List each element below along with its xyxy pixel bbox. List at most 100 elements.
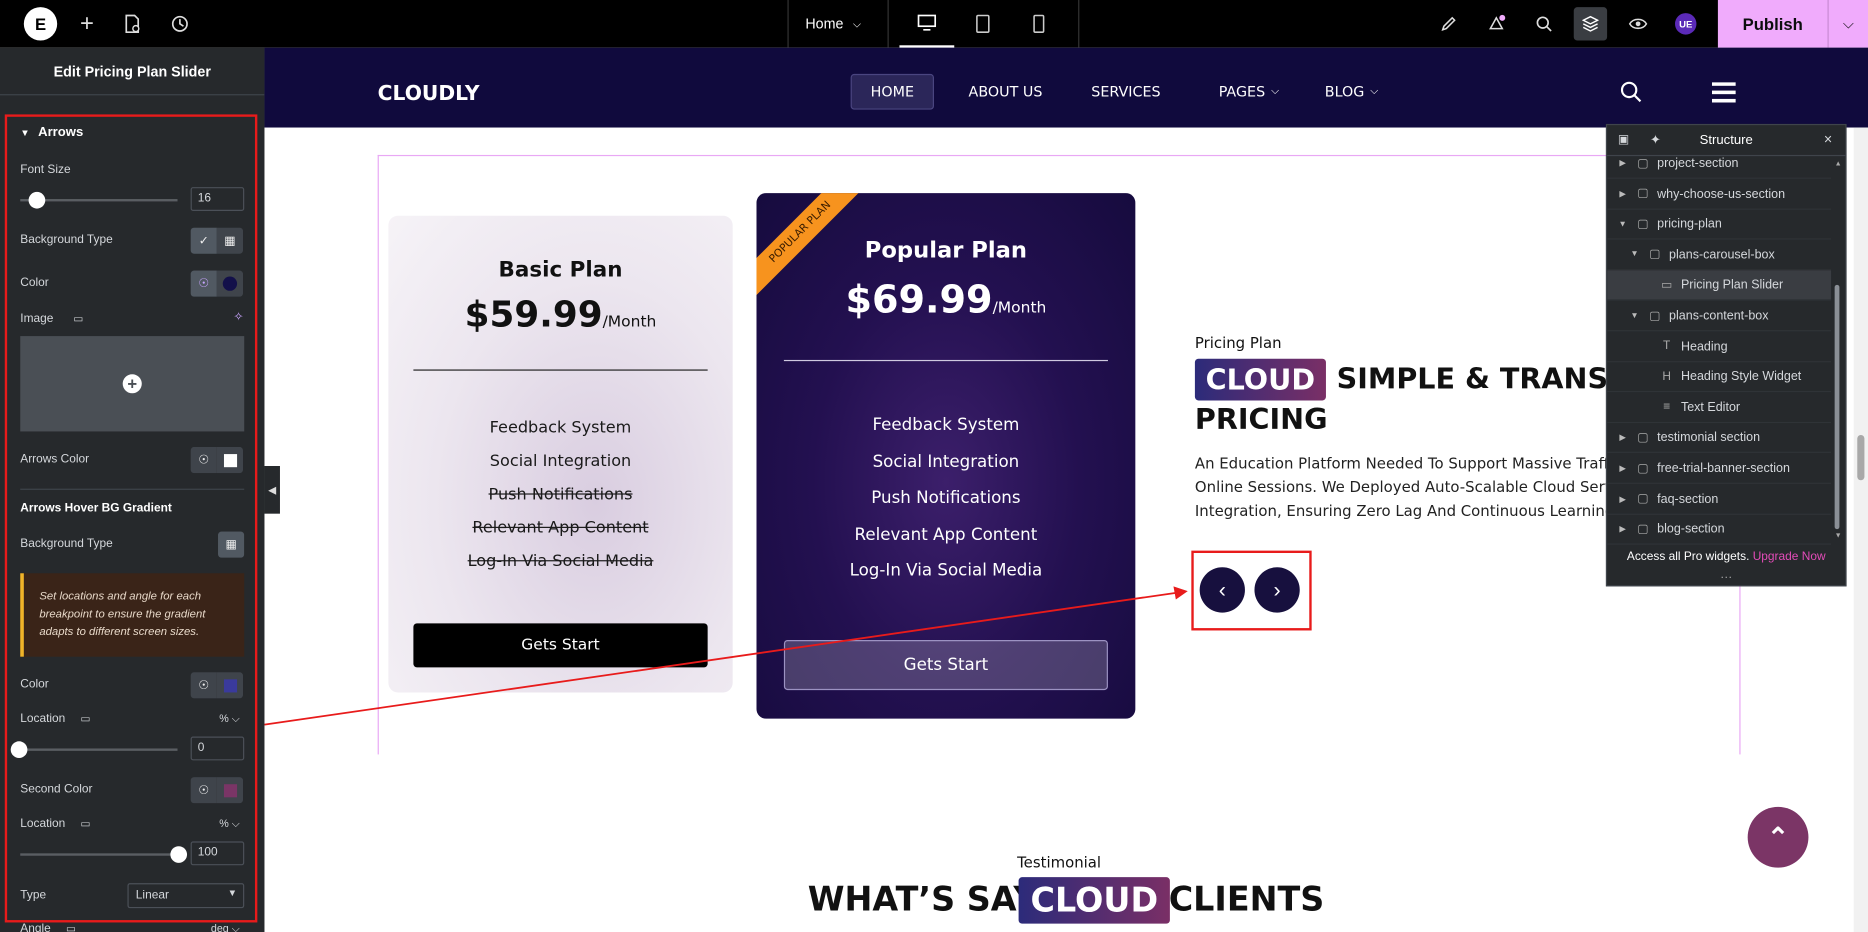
tablet-view-icon[interactable]: [965, 0, 1001, 48]
responsive-desktop-icon[interactable]: ▭: [66, 922, 76, 932]
globe-icon[interactable]: ☉: [190, 446, 217, 474]
preview-eye-icon[interactable]: [1625, 0, 1651, 48]
structure-row-testimonial-section[interactable]: ▶ ▢ testimonial section: [1607, 424, 1832, 454]
mobile-view-icon[interactable]: [1021, 0, 1057, 48]
caret-icon[interactable]: ▶: [1617, 433, 1629, 442]
structure-row-free-trial-banner-section[interactable]: ▶ ▢ free-trial-banner-section: [1607, 454, 1832, 484]
nav-about-us[interactable]: ABOUT US: [969, 74, 1043, 110]
font-size-slider-handle[interactable]: [28, 191, 46, 209]
launch-icon[interactable]: [1436, 0, 1462, 48]
user-avatar[interactable]: UE: [1675, 13, 1697, 35]
bg-type2-label: Background Type: [20, 537, 113, 551]
structure-row-pricing-plan-slider[interactable]: ▭ Pricing Plan Slider: [1607, 271, 1832, 301]
caret-icon[interactable]: ▶: [1617, 159, 1629, 168]
structure-row-heading-style-widget[interactable]: H Heading Style Widget: [1607, 363, 1832, 393]
responsive-desktop-icon[interactable]: ▭: [81, 713, 91, 725]
nav-services[interactable]: SERVICES: [1091, 74, 1160, 110]
globe-icon[interactable]: ☉: [190, 777, 217, 804]
responsive-desktop-icon[interactable]: ▭: [81, 818, 91, 830]
close-icon[interactable]: ×: [1824, 131, 1832, 148]
hamburger-menu-icon[interactable]: [1711, 82, 1736, 109]
image-upload-area[interactable]: +: [20, 336, 245, 432]
structure-row-label: Heading Style Widget: [1680, 369, 1802, 384]
structure-row-heading[interactable]: T Heading: [1607, 332, 1832, 362]
page-select[interactable]: Home ⌵: [805, 0, 888, 48]
gradient-type-select[interactable]: Linear ▼: [127, 883, 245, 909]
caret-icon[interactable]: ▶: [1617, 525, 1629, 534]
structure-row-plans-carousel-box[interactable]: ▼ ▢ plans-carousel-box: [1607, 241, 1832, 271]
publish-button[interactable]: Publish: [1717, 0, 1828, 48]
color-control[interactable]: ☉: [190, 270, 244, 297]
structure-row-plans-content-box[interactable]: ▼ ▢ plans-content-box: [1607, 302, 1832, 332]
page-settings-icon[interactable]: [119, 0, 145, 48]
second-color-control[interactable]: ☉: [190, 777, 244, 804]
gradient-icon[interactable]: ▦: [216, 227, 244, 254]
global-colors-icon[interactable]: ☉: [190, 270, 217, 297]
page-scrollbar-thumb[interactable]: [1857, 435, 1865, 481]
font-size-input[interactable]: 16: [190, 187, 245, 211]
location-slider-track[interactable]: [20, 748, 178, 751]
testimonial-title-right: CLIENTS: [1168, 879, 1325, 919]
collapse-panel-handle[interactable]: ◀: [264, 466, 280, 514]
site-search-icon[interactable]: [1620, 81, 1642, 108]
arrows-color-control[interactable]: ☉: [190, 446, 244, 474]
structure-layers-icon[interactable]: [1573, 7, 1608, 41]
resize-handle[interactable]: ···: [1607, 571, 1845, 584]
notifications-icon[interactable]: [1483, 0, 1509, 48]
caret-icon[interactable]: ▼: [1629, 312, 1641, 320]
structure-row-blog-section[interactable]: ▶ ▢ blog-section: [1607, 515, 1832, 545]
section-arrows-toggle[interactable]: ▼ Arrows: [20, 125, 83, 139]
nav-home[interactable]: HOME: [850, 73, 935, 110]
location2-unit-select[interactable]: % ⌵: [219, 818, 240, 831]
desktop-view-icon[interactable]: [899, 0, 955, 48]
chevron-down-icon: ⌵: [853, 17, 862, 30]
arrows-color-swatch[interactable]: [216, 446, 244, 474]
scroll-to-top-button[interactable]: ⌃: [1747, 806, 1809, 868]
publish-options-chevron-icon[interactable]: ⌵: [1827, 0, 1868, 48]
add-element-icon[interactable]: +: [74, 0, 100, 48]
container-icon: ▢: [1637, 522, 1649, 536]
gradient-icon[interactable]: ▦: [218, 531, 245, 558]
popular-plan-price: $69.99/Month: [756, 277, 1135, 322]
structure-row-pricing-plan[interactable]: ▼ ▢ pricing-plan: [1607, 210, 1832, 240]
location-input[interactable]: 0: [190, 736, 245, 761]
nav-pages[interactable]: PAGES ⌵: [1219, 74, 1280, 110]
structure-row-label: faq-section: [1657, 491, 1719, 507]
history-icon[interactable]: [167, 0, 193, 48]
angle-unit-select[interactable]: deg ⌵: [211, 922, 240, 932]
popular-feature-item: Social Integration: [872, 452, 1020, 472]
caret-icon[interactable]: ▶: [1617, 464, 1629, 473]
caret-icon[interactable]: ▼: [1629, 251, 1641, 259]
prev-arrow-button[interactable]: ‹: [1199, 567, 1245, 613]
gradient-color-control[interactable]: ☉: [190, 672, 244, 699]
responsive-desktop-icon[interactable]: ▭: [73, 312, 83, 324]
search-icon[interactable]: [1531, 0, 1557, 48]
structure-row-project-section[interactable]: ▶ ▢ project-section: [1607, 156, 1832, 179]
structure-row-why-choose-us-section[interactable]: ▶ ▢ why-choose-us-section: [1607, 179, 1832, 210]
caret-icon[interactable]: ▼: [1617, 220, 1629, 228]
gradient-type-button[interactable]: ▦: [218, 531, 245, 558]
caret-icon[interactable]: ▶: [1617, 494, 1629, 503]
caret-icon[interactable]: ▶: [1617, 189, 1629, 198]
structure-scrollbar[interactable]: ▲ ▼: [1833, 161, 1842, 542]
classic-brush-icon[interactable]: ✓: [190, 227, 217, 254]
globe-icon[interactable]: ☉: [190, 672, 217, 699]
page-scrollbar[interactable]: [1853, 127, 1868, 932]
structure-row-faq-section[interactable]: ▶ ▢ faq-section: [1607, 485, 1832, 515]
elementor-logo[interactable]: E: [23, 7, 58, 41]
ai-sparkle-icon[interactable]: ✧: [234, 311, 244, 324]
location-unit-select[interactable]: % ⌵: [219, 713, 240, 726]
second-color-swatch[interactable]: [216, 777, 244, 804]
nav-blog[interactable]: BLOG ⌵: [1325, 74, 1379, 110]
structure-row-label: why-choose-us-section: [1657, 186, 1786, 201]
nav-blog-label: BLOG: [1324, 83, 1365, 101]
next-arrow-button[interactable]: ›: [1254, 567, 1300, 613]
upgrade-now-link[interactable]: Upgrade Now: [1753, 551, 1826, 564]
structure-row-text-editor[interactable]: ≡ Text Editor: [1607, 393, 1832, 423]
site-brand[interactable]: CLOUDLY: [378, 82, 480, 106]
color-swatch[interactable]: [216, 270, 244, 297]
bg-type-toggle[interactable]: ✓ ▦: [190, 227, 244, 254]
heading-icon: T: [1663, 339, 1671, 353]
location-slider-handle[interactable]: [10, 741, 28, 758]
gradient-color-swatch[interactable]: [216, 672, 244, 699]
